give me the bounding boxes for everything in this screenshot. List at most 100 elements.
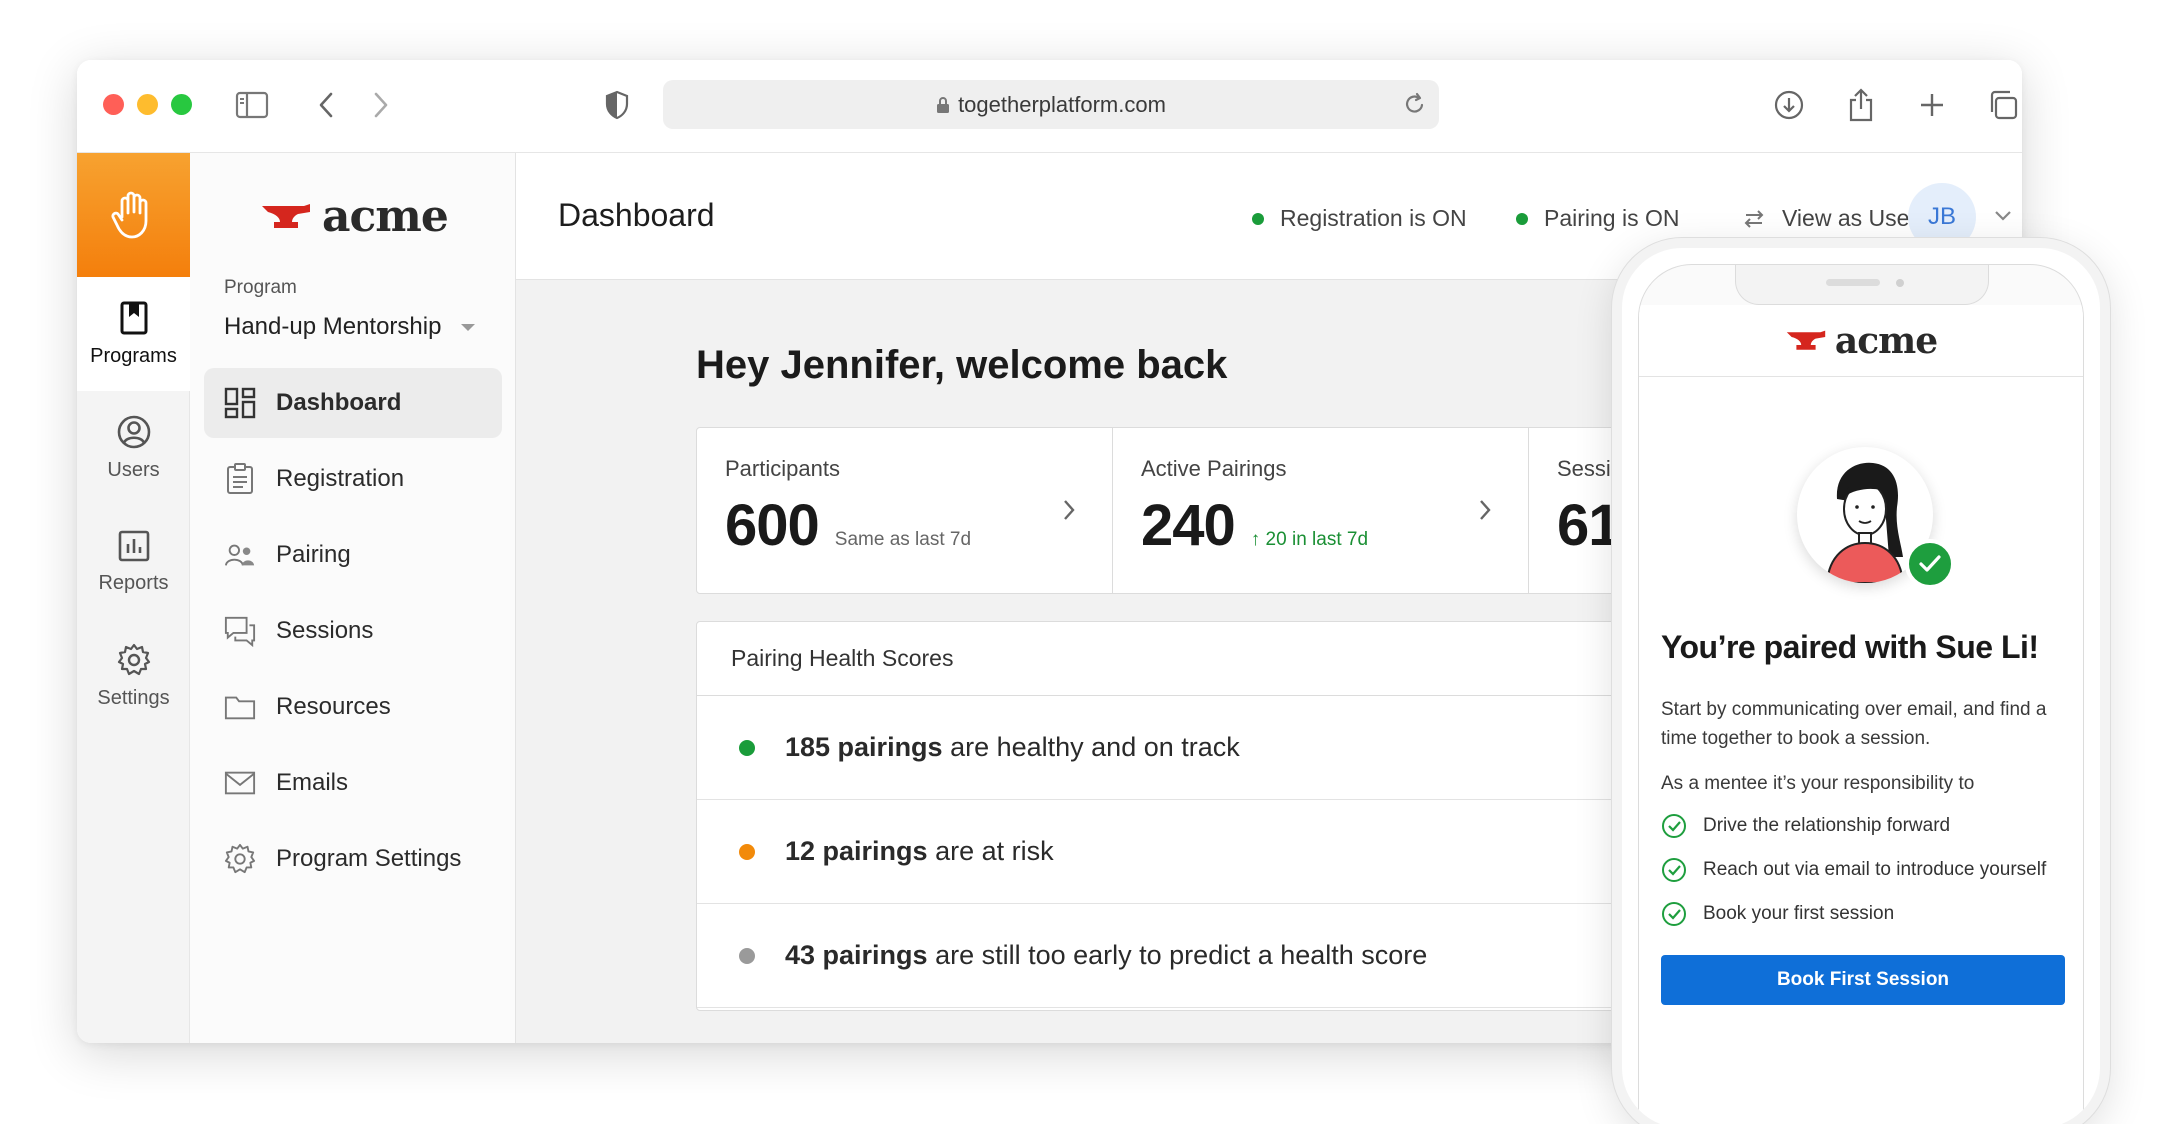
sidebar-item-registration[interactable]: Registration	[204, 444, 502, 514]
chevron-right-icon[interactable]	[1478, 498, 1492, 527]
clipboard-icon	[224, 463, 256, 495]
status-dot	[739, 947, 755, 964]
sidebar-icon[interactable]	[233, 86, 271, 124]
sidebar-item-program-settings[interactable]: Program Settings	[204, 824, 502, 894]
program-sidebar: acme Program Hand-up Mentorship Dashboar…	[190, 153, 516, 1043]
user-circle-icon	[117, 415, 150, 448]
close-window-button[interactable]	[103, 94, 124, 115]
maximize-window-button[interactable]	[171, 94, 192, 115]
health-count: 43 pairings	[785, 940, 928, 970]
rail-item-users[interactable]: Users	[77, 391, 190, 505]
health-text: are healthy and on track	[942, 732, 1240, 762]
stat-value: 240	[1141, 493, 1236, 558]
program-select[interactable]: Hand-up Mentorship	[224, 313, 476, 341]
anvil-icon	[262, 203, 310, 228]
bar-chart-icon	[118, 530, 149, 561]
stat-note: ↑ 20 in last 7d	[1250, 529, 1369, 550]
stat-note: Same as last 7d	[834, 529, 972, 550]
page-title: Dashboard	[558, 197, 715, 233]
stat-card-active-pairings[interactable]: Active Pairings 240 ↑ 20 in last 7d	[1113, 428, 1529, 593]
phone-screen: acme You’re paired with Sue Li! Start by…	[1638, 264, 2084, 1124]
stat-card-participants[interactable]: Participants 600 Same as last 7d	[697, 428, 1113, 593]
sidebar-item-resources[interactable]: Resources	[204, 672, 502, 742]
rail-item-reports[interactable]: Reports	[77, 505, 190, 619]
check-circle-icon	[1662, 902, 1686, 926]
mail-icon	[224, 767, 256, 799]
status-dot	[739, 739, 755, 756]
status-dot	[739, 843, 755, 860]
gear-icon	[224, 843, 256, 875]
checklist-item: Reach out via email to introduce yoursel…	[1661, 857, 2046, 883]
book-first-session-button[interactable]: Book First Session	[1661, 955, 2065, 1005]
chat-icon	[224, 615, 256, 647]
rail-label-settings: Settings	[97, 686, 170, 709]
pairing-status-label: Pairing is ON	[1544, 205, 1680, 231]
phone-heading: You’re paired with Sue Li!	[1661, 629, 2039, 665]
browser-toolbar: togetherplatform.com	[77, 60, 2022, 153]
sidebar-label-sessions: Sessions	[276, 617, 374, 644]
people-icon	[224, 539, 256, 571]
rail-label-programs: Programs	[90, 344, 177, 367]
chevron-right-icon[interactable]	[1062, 498, 1076, 527]
registration-status[interactable]: Registration is ON	[1252, 205, 1467, 232]
status-dot	[1516, 212, 1528, 225]
welcome-heading: Hey Jennifer, welcome back	[696, 343, 1228, 387]
sidebar-item-dashboard[interactable]: Dashboard	[204, 368, 502, 438]
program-label: Program	[224, 277, 297, 298]
rail-item-settings[interactable]: Settings	[77, 619, 190, 733]
sidebar-item-pairing[interactable]: Pairing	[204, 520, 502, 590]
forward-icon[interactable]	[362, 86, 400, 124]
sidebar-label-emails: Emails	[276, 769, 349, 796]
raised-hand-icon	[110, 191, 147, 239]
health-count: 185 pairings	[785, 732, 943, 762]
app-logo[interactable]	[77, 153, 190, 277]
rail-label-users: Users	[107, 458, 160, 481]
rail-item-programs[interactable]: Programs	[77, 277, 190, 391]
folder-icon	[224, 691, 256, 723]
phone-header: acme	[1639, 305, 2083, 377]
brand-name: acme	[322, 191, 449, 242]
pairing-status[interactable]: Pairing is ON	[1516, 205, 1679, 232]
checklist-item: Book your first session	[1661, 901, 1894, 927]
shield-icon[interactable]	[598, 86, 636, 124]
health-text: are at risk	[927, 836, 1054, 866]
view-as-user-button[interactable]: View as User	[1742, 205, 1917, 232]
check-badge-icon	[1905, 539, 1955, 589]
sidebar-label-resources: Resources	[276, 693, 391, 720]
check-circle-icon	[1662, 858, 1686, 882]
rail-label-reports: Reports	[98, 571, 169, 594]
caret-down-icon	[461, 323, 476, 331]
program-select-value: Hand-up Mentorship	[224, 313, 442, 340]
status-dot	[1252, 212, 1264, 225]
checklist-text: Book your first session	[1703, 903, 1895, 924]
share-icon[interactable]	[1842, 86, 1880, 124]
registration-status-label: Registration is ON	[1280, 205, 1467, 231]
phone-responsibility-text: As a mentee it’s your responsibility to	[1661, 773, 1975, 794]
minimize-window-button[interactable]	[137, 94, 158, 115]
sidebar-item-emails[interactable]: Emails	[204, 748, 502, 818]
new-tab-icon[interactable]	[1913, 86, 1951, 124]
sidebar-label-dashboard: Dashboard	[276, 389, 402, 416]
download-icon[interactable]	[1770, 86, 1808, 124]
chevron-down-icon[interactable]	[1994, 209, 2012, 227]
tabs-icon[interactable]	[1984, 86, 2022, 124]
phone-intro-text: Start by communicating over email, and f…	[1661, 699, 2047, 749]
sidebar-item-sessions[interactable]: Sessions	[204, 596, 502, 666]
checklist-text: Reach out via email to introduce yoursel…	[1703, 859, 2047, 880]
health-count: 12 pairings	[785, 836, 928, 866]
stat-value: 600	[725, 493, 820, 558]
reload-icon[interactable]	[1403, 91, 1427, 123]
back-icon[interactable]	[307, 86, 345, 124]
check-circle-icon	[1662, 814, 1686, 838]
checklist-text: Drive the relationship forward	[1703, 815, 1951, 836]
speaker-grille	[1826, 279, 1880, 286]
sidebar-label-program-settings: Program Settings	[276, 845, 462, 872]
bookmark-icon	[120, 301, 147, 334]
health-text: are still too early to predict a health …	[927, 940, 1428, 970]
camera-dot	[1896, 279, 1904, 287]
url-text: togetherplatform.com	[958, 91, 1166, 117]
address-bar[interactable]: togetherplatform.com	[663, 80, 1439, 129]
stat-label: Participants	[725, 456, 840, 481]
dashboard-icon	[224, 387, 256, 419]
gear-icon	[117, 643, 150, 675]
